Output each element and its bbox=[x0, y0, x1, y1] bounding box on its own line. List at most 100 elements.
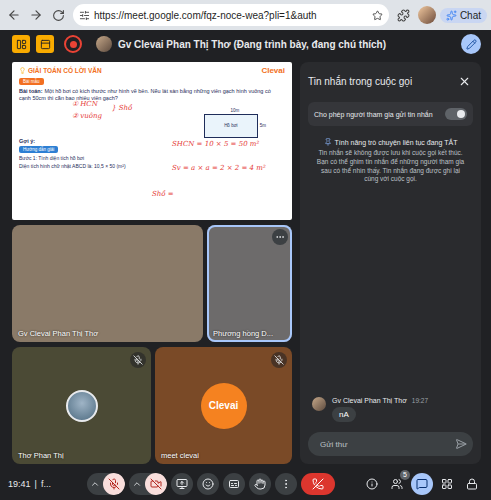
message-input[interactable] bbox=[318, 439, 451, 450]
chat-button[interactable]: Chat bbox=[440, 8, 487, 23]
step-text: Diện tích hình chữ nhật ABCD là: 10,5 × … bbox=[19, 163, 195, 169]
lock-icon bbox=[466, 478, 478, 490]
back-button[interactable] bbox=[4, 5, 24, 25]
reload-button[interactable] bbox=[48, 5, 68, 25]
participant-tile[interactable]: Phương hồng D... bbox=[207, 225, 292, 342]
chat-panel: Tin nhắn trong cuộc gọiCho phép người th… bbox=[300, 62, 481, 464]
captions-icon bbox=[228, 478, 240, 490]
send-icon[interactable] bbox=[455, 438, 467, 450]
meeting-stage: GIẢI TOÁN CÓ LỜI VĂNClevaiBài mẫuBài toá… bbox=[0, 58, 491, 468]
hint-label: Gợi ý: bbox=[19, 138, 195, 144]
handwritten-annotation: Sv = a × a = 2 × 2 = 4 m² bbox=[172, 164, 266, 172]
reactions-button[interactable] bbox=[197, 473, 219, 495]
end-call-button[interactable] bbox=[301, 473, 335, 495]
message-sender: Gv Clevai Phan Thị Thơ bbox=[332, 397, 407, 404]
call-controls bbox=[66, 473, 355, 495]
panel-button[interactable] bbox=[36, 35, 54, 53]
message-input-box bbox=[308, 432, 473, 456]
close-icon bbox=[458, 75, 471, 88]
annotate-button[interactable] bbox=[461, 34, 481, 54]
figure-height: 5m bbox=[260, 123, 266, 128]
meeting-details-button[interactable] bbox=[361, 473, 383, 495]
sender-avatar bbox=[312, 397, 326, 411]
close-button[interactable] bbox=[455, 72, 473, 90]
extensions-button[interactable] bbox=[394, 5, 414, 25]
more-options-button[interactable] bbox=[275, 473, 297, 495]
hint-column: Gợi ý: Hướng dẫn giải Bước 1: Tính diện tí… bbox=[19, 138, 195, 169]
mic-off-icon bbox=[133, 355, 143, 365]
hand-icon bbox=[254, 478, 266, 490]
participant-tile[interactable]: Clevai meet clevai bbox=[155, 347, 292, 464]
mic-button[interactable] bbox=[103, 473, 125, 495]
recording-indicator[interactable] bbox=[64, 35, 82, 53]
hint-tag: Hướng dẫn giải bbox=[19, 146, 58, 153]
panel-icon bbox=[40, 39, 51, 50]
chat-message: Gv Clevai Phan Thị Thơ19:27nA bbox=[308, 397, 473, 422]
sparkle-icon bbox=[446, 10, 457, 21]
browser-toolbar: https://meet.google.com/fqz-noce-wea?pli… bbox=[0, 0, 491, 30]
people-button[interactable]: 5 bbox=[386, 473, 408, 495]
figure-rect: Hồ bơi bbox=[204, 114, 258, 138]
arrow-right-icon bbox=[29, 8, 43, 22]
forward-button[interactable] bbox=[26, 5, 46, 25]
raise-hand-button[interactable] bbox=[249, 473, 271, 495]
layout-button[interactable] bbox=[12, 35, 30, 53]
setting-label: Cho phép người tham gia gửi tin nhắn bbox=[314, 111, 433, 118]
pool-figure: 10mHồ bơi5m bbox=[203, 108, 267, 169]
activities-button[interactable] bbox=[436, 473, 458, 495]
allow-messages-setting: Cho phép người tham gia gửi tin nhắn bbox=[308, 102, 473, 126]
handwritten-annotation: } Shồ bbox=[112, 104, 132, 112]
arrow-left-icon bbox=[7, 8, 21, 22]
chat-toggle-button[interactable] bbox=[411, 473, 433, 495]
participant-tile[interactable]: Gv Clevai Phan Thị Thơ bbox=[12, 225, 203, 342]
presentation-slide: GIẢI TOÁN CÓ LỜI VĂNClevaiBài mẫuBài toá… bbox=[12, 62, 292, 220]
present-button[interactable] bbox=[171, 473, 193, 495]
host-controls-button[interactable] bbox=[461, 473, 483, 495]
slide-header: GIẢI TOÁN CÓ LỜI VĂNClevai bbox=[19, 66, 285, 75]
address-bar[interactable]: https://meet.google.com/fqz-noce-wea?pli… bbox=[73, 4, 389, 26]
profile-avatar[interactable] bbox=[418, 6, 436, 24]
participant-name: Phương hồng D... bbox=[213, 329, 288, 338]
meeting-header: Gv Clevai Phan Thị Thơ (Đang trình bày, … bbox=[0, 30, 491, 58]
people-icon bbox=[391, 478, 403, 490]
meeting-info: 19:41|f... bbox=[8, 479, 60, 489]
more-vertical-icon bbox=[280, 478, 292, 490]
call-controls-bar: 19:41|f... 5 bbox=[0, 468, 491, 500]
end-call-icon bbox=[312, 478, 324, 490]
muted-badge bbox=[271, 352, 287, 368]
handwritten-annotation: ② vuông bbox=[72, 112, 102, 120]
chat-info: Tính năng trò chuyện liên tục đang TẮT Ti… bbox=[308, 138, 473, 184]
people-count: 5 bbox=[400, 470, 410, 480]
handwritten-annotation: Shồ = bbox=[152, 190, 174, 198]
site-settings-icon bbox=[79, 10, 90, 21]
mic-off-icon bbox=[108, 478, 120, 490]
handwritten-annotation: ① HCN bbox=[72, 100, 98, 108]
participant-logo: Clevai bbox=[201, 383, 247, 429]
camera-button[interactable] bbox=[145, 473, 167, 495]
step-text: Bước 1: Tính diện tích hồ bơi bbox=[19, 155, 195, 161]
allow-messages-toggle[interactable] bbox=[445, 108, 467, 120]
emoji-icon bbox=[202, 478, 214, 490]
pencil-icon bbox=[466, 39, 477, 50]
info-text: Tin nhắn sẽ không được lưu khi cuộc gọi … bbox=[314, 149, 467, 184]
captions-button[interactable] bbox=[223, 473, 245, 495]
chat-icon bbox=[416, 478, 428, 490]
video-options-button[interactable] bbox=[129, 473, 145, 495]
chevron-up-icon bbox=[132, 479, 142, 489]
info-title: Tính năng trò chuyện liên tục đang TẮT bbox=[324, 138, 458, 146]
star-icon bbox=[372, 10, 383, 21]
camera-control bbox=[129, 473, 167, 495]
meet-window: https://meet.google.com/fqz-noce-wea?pli… bbox=[0, 0, 491, 500]
audio-options-button[interactable] bbox=[87, 473, 103, 495]
present-icon bbox=[176, 478, 188, 490]
participant-name: Gv Clevai Phan Thị Thơ bbox=[18, 329, 199, 338]
participant-tile[interactable]: Thơ Phan Thị bbox=[12, 347, 151, 464]
figure-row: Hồ bơi5m bbox=[204, 114, 266, 138]
participant-name: Thơ Phan Thị bbox=[18, 451, 147, 460]
tile-more-button[interactable] bbox=[272, 229, 288, 245]
participant-name: meet clevai bbox=[161, 451, 288, 460]
problem-text: Bài toán:Một hồ bơi có kích thước như hì… bbox=[19, 88, 285, 103]
mic-control bbox=[87, 473, 125, 495]
message-bubble: nA bbox=[332, 407, 356, 422]
stage-left: GIẢI TOÁN CÓ LỜI VĂNClevaiBài mẫuBài toá… bbox=[12, 62, 292, 464]
